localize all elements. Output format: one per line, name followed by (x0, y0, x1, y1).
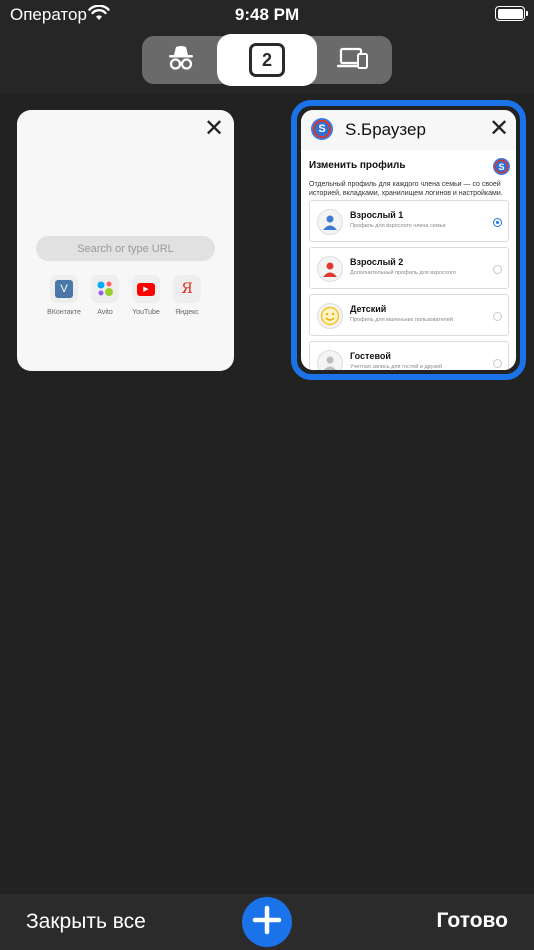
avito-icon (91, 275, 119, 303)
tab-card-selected-ring[interactable]: S S.Браузер ✕ Изменить профиль S Отдельн… (291, 100, 526, 380)
close-all-button[interactable]: Закрыть все (26, 910, 146, 934)
profile-subtitle: Профиль для маленьких пользователей (350, 317, 453, 323)
s-browser-logo-icon: S (311, 118, 333, 140)
other-devices-segment[interactable] (314, 36, 392, 84)
quick-link-label: Яндекс (175, 309, 199, 316)
smiley-avatar-icon (317, 303, 343, 329)
close-tab-icon[interactable]: ✕ (204, 117, 224, 141)
battery-icon (495, 6, 528, 21)
incognito-icon (167, 45, 195, 76)
vkontakte-icon: V (50, 275, 78, 303)
s-browser-logo-icon: S (493, 158, 510, 175)
tab-card-s-browser[interactable]: S S.Браузер ✕ Изменить профиль S Отдельн… (301, 110, 516, 370)
done-button[interactable]: Готово (437, 909, 508, 933)
profile-radio[interactable] (493, 218, 502, 227)
profile-subtitle: Профиль для взрослого члена семьи (350, 223, 446, 229)
tab-card-new-tab[interactable]: ✕ Search or type URL V ВКонтакте Avito ▶… (17, 110, 234, 371)
profile-name: Взрослый 1 (350, 210, 404, 220)
profile-item-adult-2[interactable]: Взрослый 2 Дополнительный профиль для вз… (309, 247, 509, 289)
tab-count-badge: 2 (249, 43, 285, 77)
profile-item-child[interactable]: Детский Профиль для маленьких пользовате… (309, 294, 509, 336)
adult-avatar-icon (317, 209, 343, 235)
profile-name: Взрослый 2 (350, 257, 404, 267)
profile-radio[interactable] (493, 265, 502, 274)
open-tabs-segment[interactable]: 2 (217, 34, 317, 86)
tab-preview-content: Изменить профиль S Отдельный профиль для… (301, 150, 516, 370)
tab-title: S.Браузер (345, 120, 426, 139)
tab-card-header: S S.Браузер ✕ (301, 110, 516, 150)
quick-link-label: ВКонтакте (47, 309, 81, 316)
plus-icon (252, 905, 282, 940)
profile-subtitle: Дополнительный профиль для взрослого (350, 270, 456, 276)
status-bar: Оператор 9:48 PM (0, 0, 534, 30)
incognito-tabs-segment[interactable] (142, 36, 220, 84)
quick-link-yandex[interactable]: Я Яндекс (167, 275, 207, 316)
quick-link-label: Avito (97, 309, 113, 316)
bottom-toolbar: Закрыть все Готово (0, 894, 534, 950)
new-tab-button[interactable] (242, 897, 292, 947)
adult-avatar-icon (317, 256, 343, 282)
profile-subtitle: Учетная запись для гостей и друзей (350, 364, 443, 370)
profile-radio[interactable] (493, 312, 502, 321)
profile-item-adult-1[interactable]: Взрослый 1 Профиль для взрослого члена с… (309, 200, 509, 242)
devices-icon (336, 46, 369, 75)
quick-link-vkontakte[interactable]: V ВКонтакте (44, 275, 84, 316)
profile-name: Гостевой (350, 351, 391, 361)
youtube-icon: ▶ (132, 275, 160, 303)
quick-link-avito[interactable]: Avito (85, 275, 125, 316)
clock: 9:48 PM (234, 5, 300, 24)
panel-title: Изменить профиль (309, 160, 406, 171)
quick-link-label: YouTube (132, 309, 160, 316)
close-tab-icon[interactable]: ✕ (489, 117, 509, 141)
quick-link-youtube[interactable]: ▶ YouTube (126, 275, 166, 316)
panel-description: Отдельный профиль для каждого члена семь… (309, 181, 503, 197)
guest-avatar-icon (317, 350, 343, 370)
profile-item-guest[interactable]: Гостевой Учетная запись для гостей и дру… (309, 341, 509, 370)
search-input[interactable]: Search or type URL (36, 236, 215, 261)
tab-mode-switcher: 2 (142, 34, 392, 86)
profile-name: Детский (350, 304, 387, 314)
profile-radio[interactable] (493, 359, 502, 368)
yandex-icon: Я (173, 275, 201, 303)
